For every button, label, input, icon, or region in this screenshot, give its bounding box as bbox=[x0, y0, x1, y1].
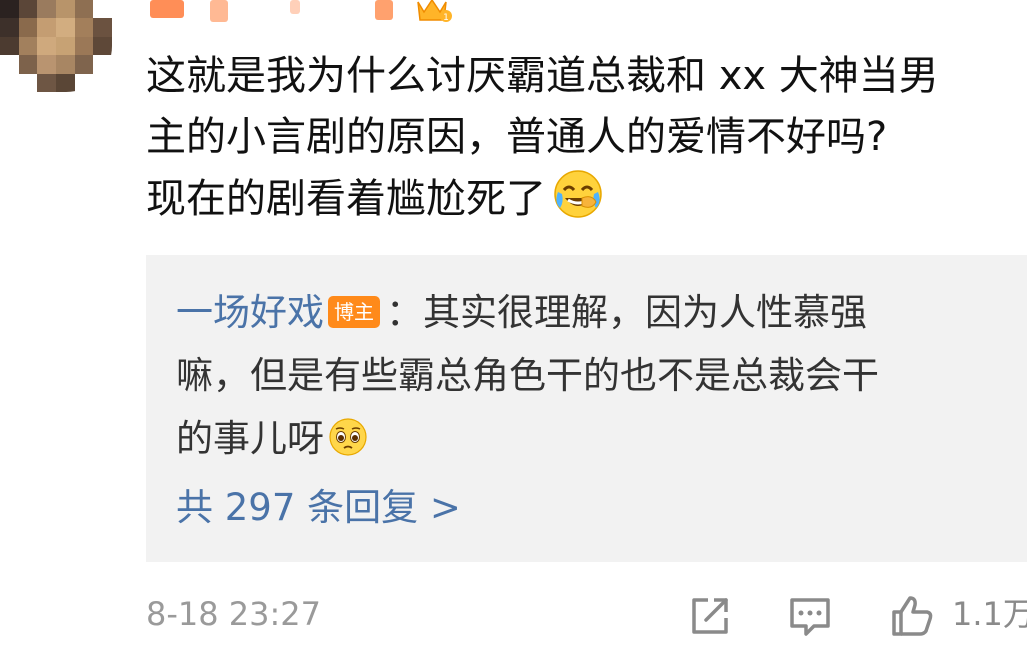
like-icon[interactable] bbox=[888, 592, 936, 640]
comment-footer: 8-18 23:27 1.1万 bbox=[146, 586, 1027, 646]
reply-line-with-emoji: 的事儿呀 bbox=[176, 407, 1016, 470]
comment-line-with-emoji: 现在的剧看着尴尬死了 bbox=[146, 168, 1027, 229]
view-all-replies-link[interactable]: 共 297 条回复 > bbox=[176, 483, 461, 533]
reply-line: 嘛，但是有些霸总角色干的也不是总裁会干 bbox=[176, 354, 879, 397]
like-count: 1.1万 bbox=[952, 595, 1027, 633]
reply-preview-box[interactable]: 一场好戏 博主 ：其实很理解，因为人性慕强 嘛，但是有些霸总角色干的也不是总裁会干 … bbox=[146, 255, 1027, 562]
username-blurred[interactable] bbox=[150, 0, 450, 22]
comment-body: 这就是我为什么讨厌霸道总裁和 xx 大神当男 主的小言剧的原因，普通人的爱情不好… bbox=[146, 46, 1027, 229]
comment-line: 主的小言剧的原因，普通人的爱情不好吗? bbox=[146, 114, 888, 160]
comment-card: 1 这就是我为什么讨厌霸道总裁和 xx 大神当男 主的小言剧的原因，普通人的爱情… bbox=[0, 0, 1027, 656]
crown-badge-icon: 1 bbox=[417, 0, 452, 23]
reply-line: ：其实很理解，因为人性慕强 bbox=[386, 291, 867, 334]
comment-line: 这就是我为什么讨厌霸道总裁和 xx 大神当男 bbox=[146, 53, 939, 99]
reply-body: 一场好戏 博主 ：其实很理解，因为人性慕强 嘛，但是有些霸总角色干的也不是总裁会干 … bbox=[176, 281, 1016, 470]
avatar[interactable] bbox=[0, 0, 112, 92]
svg-text:1: 1 bbox=[443, 13, 449, 23]
pleading-face-emoji-icon bbox=[329, 418, 367, 456]
laughing-crying-emoji-icon bbox=[554, 170, 602, 218]
host-badge: 博主 bbox=[328, 296, 380, 328]
comment-line: 现在的剧看着尴尬死了 bbox=[146, 176, 546, 222]
reply-author-name[interactable]: 一场好戏 bbox=[176, 291, 324, 334]
comment-icon[interactable] bbox=[786, 592, 834, 640]
comment-timestamp: 8-18 23:27 bbox=[146, 595, 322, 633]
share-icon[interactable] bbox=[686, 592, 734, 640]
reply-first-line: 一场好戏 博主 ：其实很理解，因为人性慕强 bbox=[176, 281, 1016, 344]
reply-line: 的事儿呀 bbox=[176, 417, 324, 460]
